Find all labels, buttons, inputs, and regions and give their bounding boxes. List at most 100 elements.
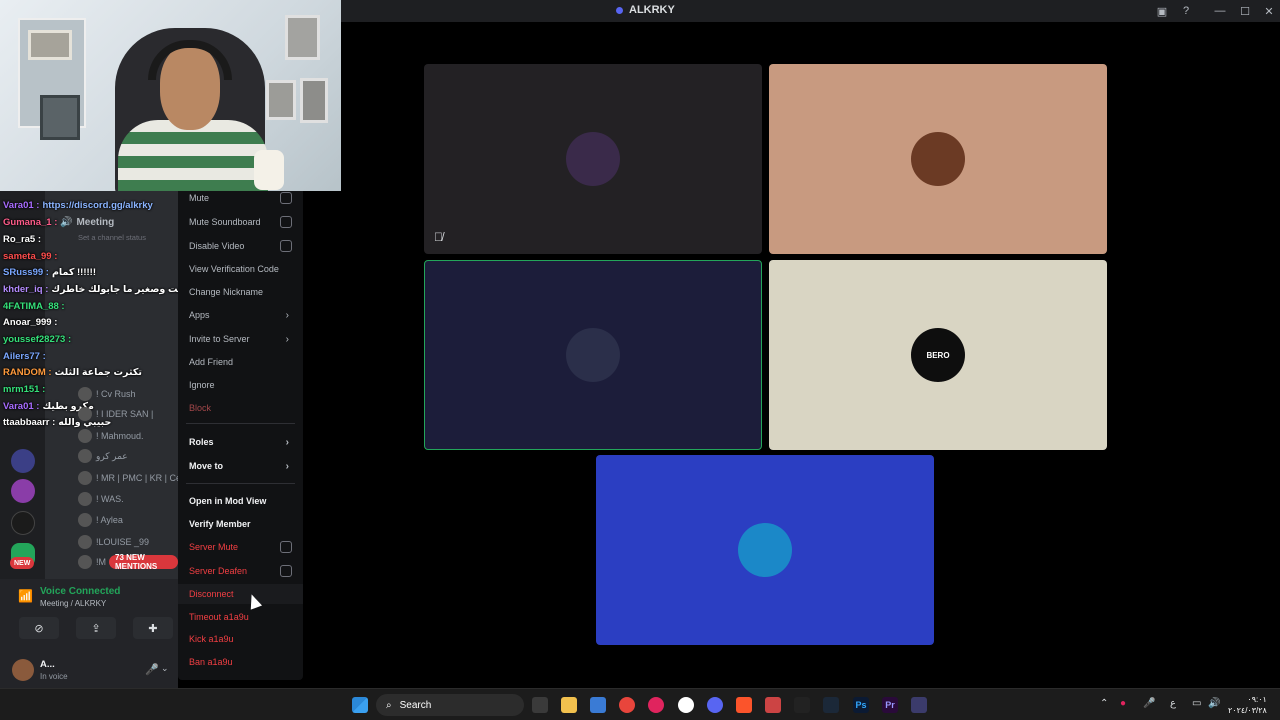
steam-icon[interactable] (823, 697, 839, 713)
tray-mic-icon[interactable]: 🎤 (1143, 698, 1155, 709)
member-name: ! WAS. (96, 494, 124, 504)
channel-status[interactable]: Set a channel status (78, 233, 146, 242)
voice-channel[interactable]: 🔊 Meeting (60, 217, 114, 228)
checkbox[interactable] (280, 216, 292, 228)
avatar (78, 492, 92, 506)
menu-disable-video[interactable]: Disable Video (178, 236, 303, 256)
menu-mute-soundboard[interactable]: Mute Soundboard (178, 212, 303, 232)
checkbox[interactable] (280, 240, 292, 252)
chevron-down-icon[interactable]: ⌄ (161, 663, 169, 674)
new-badge[interactable]: NEW (10, 557, 35, 569)
voice-member[interactable]: !LOUISE _99 (78, 535, 149, 549)
premiere-icon[interactable]: Pr (882, 697, 898, 713)
menu-ignore[interactable]: Ignore (178, 375, 303, 395)
chrome-icon[interactable] (619, 697, 635, 713)
app-icon[interactable] (648, 697, 664, 713)
voice-member[interactable]: !M (78, 555, 106, 569)
guild-icon[interactable] (11, 449, 35, 473)
store-icon[interactable] (590, 697, 606, 713)
participant-avatar (566, 328, 620, 382)
tray-chevron-icon[interactable]: ⌃ (1100, 698, 1108, 709)
voice-member[interactable]: ! Aylea (78, 513, 123, 527)
video-tile[interactable]: BERO (769, 260, 1107, 450)
streamer-shirt (118, 120, 268, 191)
chat-message: SRuss99 : كمام !!!!!! (3, 267, 96, 278)
clock[interactable]: ٠٩:٠١ ٢٠٢٤/٠٣/٢٨ (1228, 694, 1267, 716)
menu-label: Block (189, 403, 212, 413)
menu-disconnect[interactable]: Disconnect (178, 584, 303, 604)
file-explorer-icon[interactable] (561, 697, 577, 713)
language-indicator[interactable]: ع (1170, 698, 1176, 709)
network-icon[interactable]: ▭ (1192, 698, 1201, 709)
avatar (78, 535, 92, 549)
video-tile-speaking[interactable] (424, 260, 762, 450)
menu-block[interactable]: Block (178, 398, 303, 418)
user-context-menu: Mute Mute Soundboard Disable Video View … (178, 191, 303, 680)
voice-status[interactable]: Voice Connected (40, 586, 120, 597)
app-icon[interactable] (765, 697, 781, 713)
task-view-icon[interactable] (532, 697, 548, 713)
volume-icon[interactable]: 🔊 (1208, 698, 1220, 709)
voice-member[interactable]: ! MR | PMC | KR | Ce (78, 471, 178, 485)
minimize-button[interactable]: — (1212, 3, 1228, 19)
photoshop-icon[interactable]: Ps (853, 697, 869, 713)
voice-member[interactable]: ! Mahmoud. (78, 429, 144, 443)
signal-icon[interactable]: 📶 (18, 589, 33, 603)
menu-apps[interactable]: Apps › (178, 305, 303, 325)
screen-share-icon[interactable]: ▣ (1154, 3, 1170, 19)
voice-member[interactable]: ! I IDER SAN | (78, 407, 153, 421)
maximize-button[interactable]: ☐ (1237, 3, 1253, 19)
avatar-logo-text: BERO (926, 350, 950, 360)
tray-app-icon[interactable]: ● (1120, 698, 1126, 709)
video-tile[interactable]: 🎙̸ (424, 64, 762, 254)
microphone-icon[interactable]: 🎤 (145, 663, 159, 676)
help-icon[interactable]: ? (1178, 3, 1194, 19)
brave-icon[interactable] (736, 697, 752, 713)
avatar (78, 471, 92, 485)
video-tile[interactable] (596, 455, 934, 645)
steelseries-icon[interactable] (678, 697, 694, 713)
discord-icon[interactable] (707, 697, 723, 713)
voice-member[interactable]: ! WAS. (78, 492, 124, 506)
checkbox[interactable] (280, 192, 292, 204)
voice-member[interactable]: عمر كرو (78, 449, 128, 463)
activities-button[interactable]: ✚ (133, 617, 173, 639)
video-tile[interactable] (769, 64, 1107, 254)
menu-view-verification[interactable]: View Verification Code (178, 259, 303, 279)
camera-off-button[interactable]: ⊘ (19, 617, 59, 639)
menu-move-to[interactable]: Move to › (178, 456, 303, 476)
chat-username: sameta_99 : (3, 251, 58, 262)
menu-change-nickname[interactable]: Change Nickname (178, 282, 303, 302)
menu-server-deafen[interactable]: Server Deafen (178, 561, 303, 581)
menu-mute[interactable]: Mute (178, 188, 303, 208)
checkbox[interactable] (280, 565, 292, 577)
menu-ban[interactable]: Ban a1a9u (178, 652, 303, 672)
capcut-icon[interactable] (794, 697, 810, 713)
taskbar-search[interactable]: ⌕ Search (376, 694, 524, 716)
menu-verify-member[interactable]: Verify Member (178, 514, 303, 534)
award-plaque (40, 95, 80, 140)
voice-channel-path[interactable]: Meeting / ALKRKY (40, 599, 106, 608)
checkbox[interactable] (280, 541, 292, 553)
menu-invite-to-server[interactable]: Invite to Server › (178, 329, 303, 349)
guild-icon[interactable] (11, 479, 35, 503)
menu-timeout[interactable]: Timeout a1a9u (178, 607, 303, 627)
avatar[interactable] (12, 659, 34, 681)
member-name: ! MR | PMC | KR | Ce (96, 473, 178, 483)
menu-add-friend[interactable]: Add Friend (178, 352, 303, 372)
menu-roles[interactable]: Roles › (178, 432, 303, 452)
close-button[interactable]: ✕ (1261, 3, 1277, 19)
menu-kick[interactable]: Kick a1a9u (178, 629, 303, 649)
windows-start-icon[interactable] (352, 697, 368, 713)
member-name: عمر كرو (96, 450, 128, 461)
avatar (78, 555, 92, 569)
screen-share-button[interactable]: ⇪ (76, 617, 116, 639)
voice-member[interactable]: ! Cv Rush (78, 387, 136, 401)
user-panel: A... In voice 🎤 ⌄ (0, 651, 178, 689)
menu-open-mod-view[interactable]: Open in Mod View (178, 491, 303, 511)
mentions-badge[interactable]: 73 NEW MENTIONS (109, 553, 178, 571)
guild-icon[interactable] (11, 511, 35, 535)
menu-server-mute[interactable]: Server Mute (178, 537, 303, 557)
menu-divider (186, 423, 295, 424)
app-icon[interactable] (911, 697, 927, 713)
